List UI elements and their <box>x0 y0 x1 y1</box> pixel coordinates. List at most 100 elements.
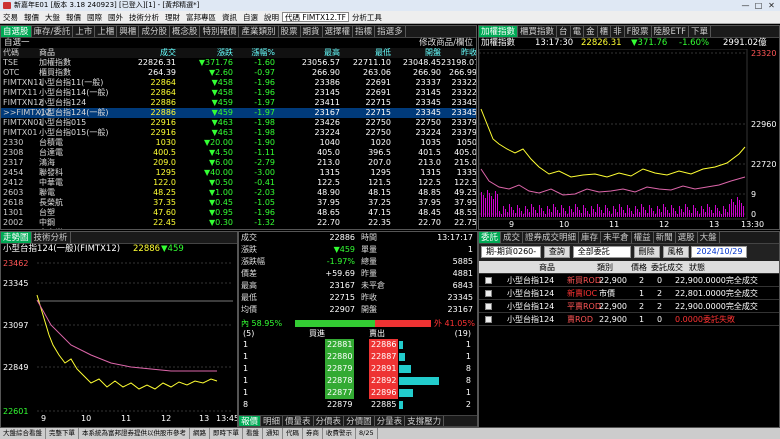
col-header[interactable]: 商品 <box>39 48 119 58</box>
menu-item-9[interactable]: 資訊 <box>219 11 240 23</box>
tab-6[interactable]: 支撐壓力 <box>405 416 445 426</box>
tab-5[interactable]: 分量表 <box>375 416 406 426</box>
tab-1[interactable]: 櫃買指數 <box>518 26 558 37</box>
quote-row[interactable]: 2454 聯發科 1295 ▼40.00 -3.00 1315 1295 1315 1335 <box>1 168 476 178</box>
bid-price[interactable]: 22879 <box>325 363 355 375</box>
tab-9[interactable]: 股票 <box>279 26 301 37</box>
tab-3[interactable]: 電 <box>571 26 585 37</box>
bid-price[interactable]: 22877 <box>325 387 355 399</box>
tab-4[interactable]: 分價圖 <box>344 416 375 426</box>
quote-row[interactable]: TSE 加權指數 22826.31 ▼371.76 -1.60 23056.57 22711… <box>1 58 476 68</box>
order-row[interactable]: 小型台指124 新買ROD 22,900 2 0 22,900.0000完全成交 <box>479 274 779 287</box>
tab-13[interactable]: 指選多 <box>375 26 406 37</box>
tab-0[interactable]: 自選股 <box>1 26 32 37</box>
quote-row[interactable]: 2002 中鋼 22.45 ▼0.30 -1.32 22.70 22.35 22.70 22.7… <box>1 218 476 228</box>
symbol-combo[interactable]: 代碼 FIMTX12.TF <box>282 12 349 22</box>
date-field[interactable]: 2024/10/29 <box>691 245 748 258</box>
tab-7[interactable]: F股票 <box>625 26 652 37</box>
order-col-header[interactable]: 委託 <box>651 261 667 274</box>
quote-row[interactable]: OTC 櫃買指數 264.39 ▼2.60 -0.97 266.90 263.06 266.9… <box>1 68 476 78</box>
menu-item-11[interactable]: 說明 <box>261 11 282 23</box>
quote-row[interactable]: 3008大立光2310▼20.00-0.862340229023302330 <box>1 228 476 229</box>
tab-5[interactable]: 櫃 <box>598 26 612 37</box>
quote-row[interactable]: FIMTXN12 小型台指124 22886 ▼459 -1.97 23411 22715 2… <box>1 98 476 108</box>
status-item-7[interactable]: 代碼 <box>283 428 303 439</box>
tab-2[interactable]: 上市 <box>73 26 96 37</box>
col-header[interactable]: 漲幅% <box>233 48 275 58</box>
col-header[interactable]: 最高 <box>276 48 340 58</box>
status-item-6[interactable]: 通知 <box>263 428 283 439</box>
menu-item-1[interactable]: 報價 <box>21 11 42 23</box>
menu-item-3[interactable]: 報價 <box>63 11 84 23</box>
tab-2[interactable]: 證券成交明細 <box>523 232 580 243</box>
bid-price[interactable]: 22879 <box>325 399 355 411</box>
minimize-button[interactable]: — <box>739 0 752 11</box>
status-item-3[interactable]: 網路 <box>190 428 210 439</box>
quote-row[interactable]: >>FIMTX12 小型台指124(一般) 22886 ▼459 -1.97 23167 2… <box>1 108 476 118</box>
account-combo[interactable]: 期-期貨0260- <box>481 245 541 258</box>
menu-item-10[interactable]: 自選 <box>240 11 261 23</box>
tab-4[interactable]: 金 <box>584 26 598 37</box>
menu-item-6[interactable]: 技術分析 <box>126 11 162 23</box>
tab-3[interactable]: 分價表 <box>314 416 345 426</box>
status-item-2[interactable]: 本系統為富邦證券提供以供股市參考 <box>79 428 190 439</box>
order-row[interactable]: 小型台指124 新賣IOC 市價 1 2 22,801.0000完全成交 <box>479 287 779 300</box>
tab-10[interactable]: 期貨 <box>301 26 323 37</box>
col-header[interactable]: 成交 <box>111 48 176 58</box>
bid-price[interactable]: 22878 <box>325 375 355 387</box>
order-row[interactable]: 小型台指124 賣ROD 22,900 1 0 0.0000委託失敗 <box>479 313 779 326</box>
tab-11[interactable]: 選擇權 <box>323 26 354 37</box>
delete-button[interactable]: 刪除 <box>633 245 660 258</box>
tab-4[interactable]: 未平倉 <box>601 232 632 243</box>
quote-row[interactable]: FIMTXN11 小型台指11(一般) 22864 ▼458 -1.96 23386 226… <box>1 78 476 88</box>
menu-item-4[interactable]: 國際 <box>84 11 105 23</box>
ask-price[interactable]: 22885 <box>369 399 399 411</box>
tab-9[interactable]: 下單 <box>689 26 711 37</box>
menu-item-8[interactable]: 富邦專區 <box>183 11 219 23</box>
col-header[interactable]: 代碼 <box>3 48 43 58</box>
tab-2[interactable]: 價量表 <box>283 416 314 426</box>
ask-price[interactable]: 22892 <box>369 375 399 387</box>
row-checkbox[interactable] <box>485 290 492 297</box>
order-col-header[interactable]: 價格 <box>631 261 647 274</box>
col-header[interactable]: 開盤 <box>393 48 441 58</box>
tab-6[interactable]: 概念股 <box>170 26 201 37</box>
tab-12[interactable]: 指標 <box>353 26 376 37</box>
style-button[interactable]: 風格 <box>662 245 689 258</box>
tab-1[interactable]: 技術分析 <box>32 232 71 243</box>
tab-7[interactable]: 選股 <box>676 232 698 243</box>
quote-row[interactable]: 2412 中華電 122.0 ▼0.50 -0.41 122.5 121.5 122.5 122… <box>1 178 476 188</box>
status-item-9[interactable]: 收費警示 <box>323 428 356 439</box>
quote-row[interactable]: FIMTX01 小型台指015(一般) 22916 ▼463 -1.98 23224 227… <box>1 128 476 138</box>
order-col-header[interactable]: 成交 <box>667 261 683 274</box>
tab-8[interactable]: 大盤 <box>698 232 720 243</box>
quote-row[interactable]: 2330 台積電 1030 ▼20.00 -1.90 1040 1020 1035 1050 <box>1 138 476 148</box>
ask-price[interactable]: 22887 <box>369 351 399 363</box>
status-item-8[interactable]: 券商 <box>303 428 323 439</box>
order-col-header[interactable]: 商品 <box>539 261 555 274</box>
tab-0[interactable]: 報價 <box>239 416 262 426</box>
order-filter-combo[interactable]: 全部委託 <box>572 245 631 258</box>
menu-item-7[interactable]: 理財 <box>162 11 183 23</box>
tab-8[interactable]: 陸股ETF <box>652 26 689 37</box>
tab-1[interactable]: 庫存/委託 <box>32 26 74 37</box>
menu-item-5[interactable]: 國外 <box>105 11 126 23</box>
ask-price[interactable]: 22896 <box>369 387 399 399</box>
tab-2[interactable]: 台 <box>557 26 571 37</box>
quote-row[interactable]: 2618 長榮航 37.35 ▼0.45 -1.05 37.95 37.25 37.95 37.… <box>1 198 476 208</box>
col-header[interactable]: 昨收 <box>441 48 476 58</box>
close-button[interactable]: ✕ <box>765 0 778 11</box>
bid-price[interactable]: 22880 <box>325 351 355 363</box>
order-col-header[interactable]: 類別 <box>597 261 613 274</box>
tab-1[interactable]: 成交 <box>501 232 524 243</box>
order-row[interactable]: 小型台指124 平賣ROD 22,900 2 2 22,900.0000完全成交 <box>479 300 779 313</box>
tab-1[interactable]: 明細 <box>261 416 284 426</box>
tab-6[interactable]: 新聞 <box>654 232 676 243</box>
status-item-0[interactable]: 大盤綜合看盤 <box>0 428 46 439</box>
tab-7[interactable]: 特別報價 <box>200 26 240 37</box>
col-header[interactable]: 最低 <box>341 48 391 58</box>
quote-row[interactable]: 1301 台塑 47.60 ▼0.95 -1.96 48.65 47.15 48.45 48.5… <box>1 208 476 218</box>
quote-row[interactable]: 2603 聯電 48.25 ▼1.00 -2.03 48.90 48.15 48.85 49.2… <box>1 188 476 198</box>
quote-row[interactable]: FIMTX11 小型台指114(一般) 22864 ▼458 -1.96 23145 226… <box>1 88 476 98</box>
col-header[interactable]: 漲跌 <box>181 48 233 58</box>
